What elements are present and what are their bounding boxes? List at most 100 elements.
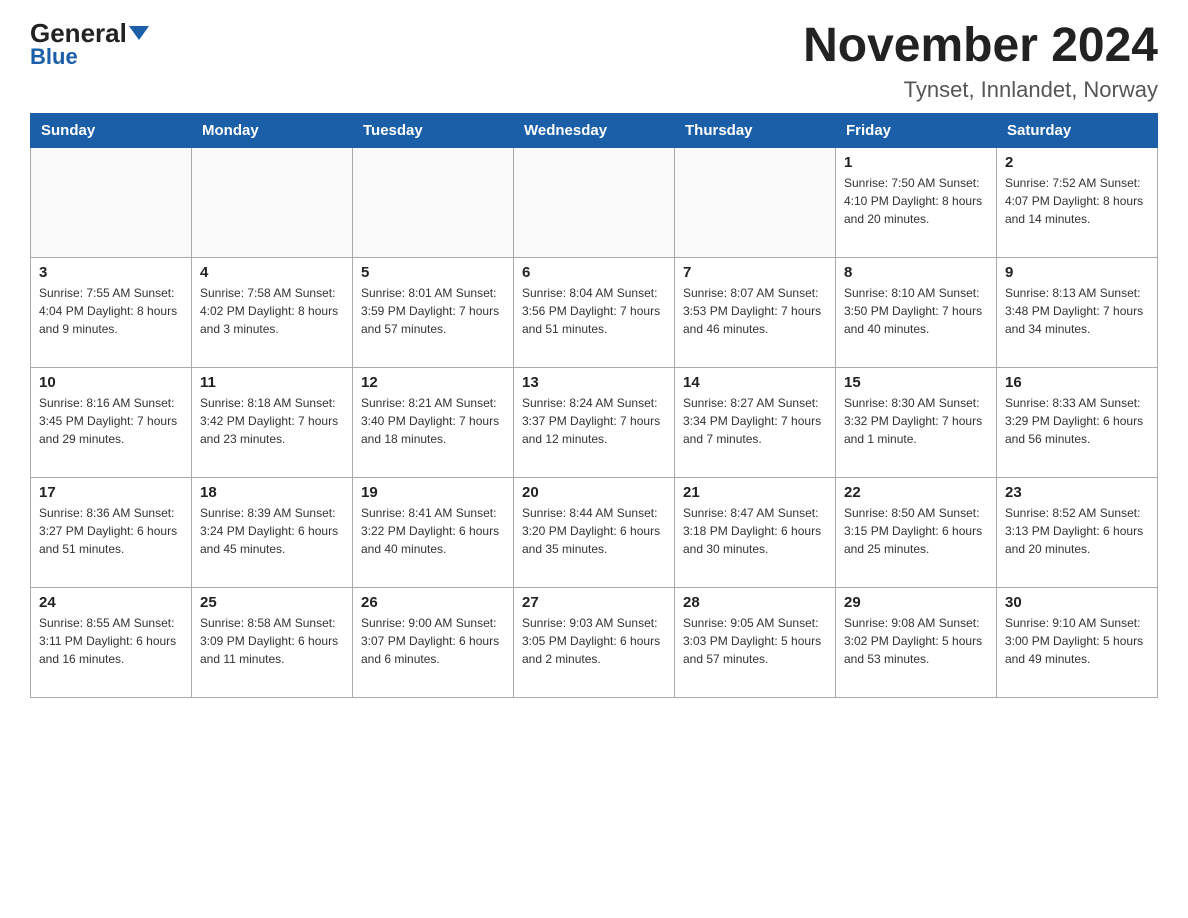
day-info: Sunrise: 7:58 AM Sunset: 4:02 PM Dayligh… — [200, 284, 344, 338]
day-number: 8 — [844, 264, 988, 281]
day-info: Sunrise: 9:03 AM Sunset: 3:05 PM Dayligh… — [522, 614, 666, 668]
calendar-cell: 24Sunrise: 8:55 AM Sunset: 3:11 PM Dayli… — [31, 587, 192, 697]
day-info: Sunrise: 9:05 AM Sunset: 3:03 PM Dayligh… — [683, 614, 827, 668]
day-number: 25 — [200, 594, 344, 611]
day-info: Sunrise: 8:58 AM Sunset: 3:09 PM Dayligh… — [200, 614, 344, 668]
day-info: Sunrise: 9:08 AM Sunset: 3:02 PM Dayligh… — [844, 614, 988, 668]
calendar-cell: 25 Sunrise: 8:58 AM Sunset: 3:09 PM Dayli… — [192, 587, 353, 697]
calendar-cell — [675, 147, 836, 257]
calendar-week-row: 1 Sunrise: 7:50 AM Sunset: 4:10 PM Daylig… — [31, 147, 1158, 257]
day-number: 27 — [522, 594, 666, 611]
day-number: 7 — [683, 264, 827, 281]
day-info: Sunrise: 8:41 AM Sunset: 3:22 PM Dayligh… — [361, 504, 505, 558]
calendar-cell: 30 Sunrise: 9:10 AM Sunset: 3:00 PM Dayli… — [997, 587, 1158, 697]
day-info: Sunrise: 8:47 AM Sunset: 3:18 PM Dayligh… — [683, 504, 827, 558]
calendar-cell: 23 Sunrise: 8:52 AM Sunset: 3:13 PM Dayli… — [997, 477, 1158, 587]
logo-general: General — [30, 20, 149, 46]
day-number: 20 — [522, 484, 666, 501]
col-header-saturday: Saturday — [997, 113, 1158, 147]
calendar-cell: 5 Sunrise: 8:01 AM Sunset: 3:59 PM Daylig… — [353, 257, 514, 367]
calendar-cell: 26 Sunrise: 9:00 AM Sunset: 3:07 PM Dayli… — [353, 587, 514, 697]
day-info: Sunrise: 7:55 AM Sunset: 4:04 PM Dayligh… — [39, 284, 183, 338]
day-info: Sunrise: 8:10 AM Sunset: 3:50 PM Dayligh… — [844, 284, 988, 338]
calendar-cell: 12Sunrise: 8:21 AM Sunset: 3:40 PM Dayli… — [353, 367, 514, 477]
day-info: Sunrise: 8:39 AM Sunset: 3:24 PM Dayligh… — [200, 504, 344, 558]
day-number: 23 — [1005, 484, 1149, 501]
day-number: 21 — [683, 484, 827, 501]
month-title: November 2024 — [803, 20, 1158, 73]
col-header-monday: Monday — [192, 113, 353, 147]
calendar-cell: 6 Sunrise: 8:04 AM Sunset: 3:56 PM Daylig… — [514, 257, 675, 367]
day-number: 22 — [844, 484, 988, 501]
calendar-cell — [192, 147, 353, 257]
day-number: 6 — [522, 264, 666, 281]
day-number: 29 — [844, 594, 988, 611]
calendar-cell: 22Sunrise: 8:50 AM Sunset: 3:15 PM Dayli… — [836, 477, 997, 587]
day-info: Sunrise: 8:44 AM Sunset: 3:20 PM Dayligh… — [522, 504, 666, 558]
day-number: 26 — [361, 594, 505, 611]
calendar-cell: 27 Sunrise: 9:03 AM Sunset: 3:05 PM Dayli… — [514, 587, 675, 697]
day-info: Sunrise: 8:27 AM Sunset: 3:34 PM Dayligh… — [683, 394, 827, 448]
day-info: Sunrise: 9:00 AM Sunset: 3:07 PM Dayligh… — [361, 614, 505, 668]
calendar-header-row: SundayMondayTuesdayWednesdayThursdayFrid… — [31, 113, 1158, 147]
calendar-cell: 15Sunrise: 8:30 AM Sunset: 3:32 PM Dayli… — [836, 367, 997, 477]
day-info: Sunrise: 8:33 AM Sunset: 3:29 PM Dayligh… — [1005, 394, 1149, 448]
day-info: Sunrise: 8:16 AM Sunset: 3:45 PM Dayligh… — [39, 394, 183, 448]
calendar-cell — [353, 147, 514, 257]
calendar-cell: 8 Sunrise: 8:10 AM Sunset: 3:50 PM Daylig… — [836, 257, 997, 367]
col-header-friday: Friday — [836, 113, 997, 147]
calendar-cell — [31, 147, 192, 257]
calendar-cell: 29 Sunrise: 9:08 AM Sunset: 3:02 PM Dayli… — [836, 587, 997, 697]
calendar-week-row: 10 Sunrise: 8:16 AM Sunset: 3:45 PM Dayli… — [31, 367, 1158, 477]
calendar-cell: 20 Sunrise: 8:44 AM Sunset: 3:20 PM Dayli… — [514, 477, 675, 587]
calendar-cell: 13Sunrise: 8:24 AM Sunset: 3:37 PM Dayli… — [514, 367, 675, 477]
calendar-cell: 1 Sunrise: 7:50 AM Sunset: 4:10 PM Daylig… — [836, 147, 997, 257]
day-number: 16 — [1005, 374, 1149, 391]
day-number: 18 — [200, 484, 344, 501]
calendar-week-row: 3 Sunrise: 7:55 AM Sunset: 4:04 PM Daylig… — [31, 257, 1158, 367]
day-info: Sunrise: 8:52 AM Sunset: 3:13 PM Dayligh… — [1005, 504, 1149, 558]
col-header-thursday: Thursday — [675, 113, 836, 147]
day-number: 5 — [361, 264, 505, 281]
calendar-table: SundayMondayTuesdayWednesdayThursdayFrid… — [30, 113, 1158, 698]
calendar-cell: 11Sunrise: 8:18 AM Sunset: 3:42 PM Dayli… — [192, 367, 353, 477]
day-info: Sunrise: 8:01 AM Sunset: 3:59 PM Dayligh… — [361, 284, 505, 338]
calendar-cell: 21 Sunrise: 8:47 AM Sunset: 3:18 PM Dayli… — [675, 477, 836, 587]
calendar-cell: 4 Sunrise: 7:58 AM Sunset: 4:02 PM Daylig… — [192, 257, 353, 367]
col-header-sunday: Sunday — [31, 113, 192, 147]
day-number: 3 — [39, 264, 183, 281]
calendar-cell — [514, 147, 675, 257]
day-info: Sunrise: 8:21 AM Sunset: 3:40 PM Dayligh… — [361, 394, 505, 448]
day-info: Sunrise: 7:50 AM Sunset: 4:10 PM Dayligh… — [844, 174, 988, 228]
calendar-cell: 14Sunrise: 8:27 AM Sunset: 3:34 PM Dayli… — [675, 367, 836, 477]
day-number: 10 — [39, 374, 183, 391]
col-header-tuesday: Tuesday — [353, 113, 514, 147]
calendar-cell: 17Sunrise: 8:36 AM Sunset: 3:27 PM Dayli… — [31, 477, 192, 587]
calendar-cell: 7 Sunrise: 8:07 AM Sunset: 3:53 PM Daylig… — [675, 257, 836, 367]
location-title: Tynset, Innlandet, Norway — [803, 77, 1158, 103]
day-number: 19 — [361, 484, 505, 501]
calendar-week-row: 24Sunrise: 8:55 AM Sunset: 3:11 PM Dayli… — [31, 587, 1158, 697]
calendar-cell: 3 Sunrise: 7:55 AM Sunset: 4:04 PM Daylig… — [31, 257, 192, 367]
calendar-cell: 10 Sunrise: 8:16 AM Sunset: 3:45 PM Dayli… — [31, 367, 192, 477]
day-info: Sunrise: 8:24 AM Sunset: 3:37 PM Dayligh… — [522, 394, 666, 448]
day-number: 1 — [844, 154, 988, 171]
calendar-cell: 16 Sunrise: 8:33 AM Sunset: 3:29 PM Dayli… — [997, 367, 1158, 477]
day-number: 24 — [39, 594, 183, 611]
calendar-cell: 19 Sunrise: 8:41 AM Sunset: 3:22 PM Dayli… — [353, 477, 514, 587]
day-info: Sunrise: 8:07 AM Sunset: 3:53 PM Dayligh… — [683, 284, 827, 338]
calendar-cell: 9Sunrise: 8:13 AM Sunset: 3:48 PM Daylig… — [997, 257, 1158, 367]
day-number: 2 — [1005, 154, 1149, 171]
day-info: Sunrise: 8:13 AM Sunset: 3:48 PM Dayligh… — [1005, 284, 1149, 338]
logo-triangle-icon — [129, 26, 149, 40]
col-header-wednesday: Wednesday — [514, 113, 675, 147]
day-number: 30 — [1005, 594, 1149, 611]
day-number: 28 — [683, 594, 827, 611]
logo-blue: Blue — [30, 44, 78, 70]
day-number: 17 — [39, 484, 183, 501]
day-info: Sunrise: 8:18 AM Sunset: 3:42 PM Dayligh… — [200, 394, 344, 448]
day-info: Sunrise: 8:04 AM Sunset: 3:56 PM Dayligh… — [522, 284, 666, 338]
logo-area: General Blue — [30, 20, 149, 70]
day-info: Sunrise: 9:10 AM Sunset: 3:00 PM Dayligh… — [1005, 614, 1149, 668]
day-number: 4 — [200, 264, 344, 281]
